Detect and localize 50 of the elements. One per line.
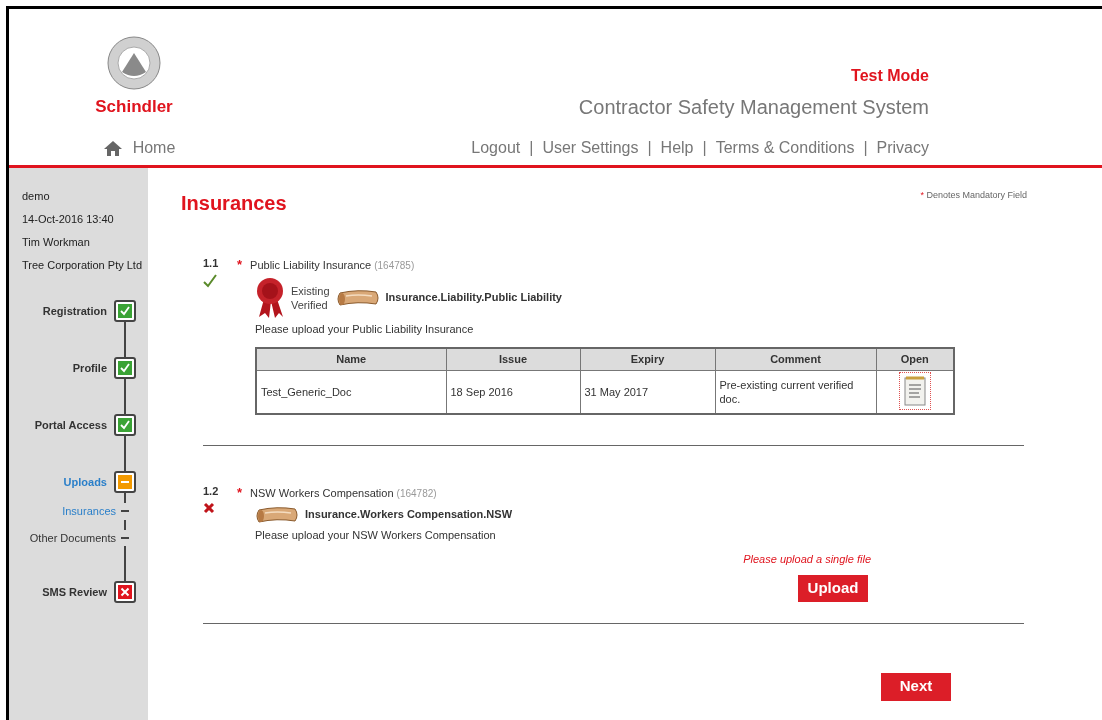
- upload-button[interactable]: Upload: [798, 574, 868, 602]
- section-title: Public Liability Insurance (164785): [250, 257, 415, 273]
- step-link[interactable]: Registration: [42, 302, 107, 320]
- nav-link[interactable]: User Settings: [542, 136, 639, 160]
- document-type: Insurance.Workers Compensation.NSW: [305, 507, 512, 523]
- scroll-icon: [255, 504, 299, 525]
- upload-hint: Please upload a single file: [743, 552, 871, 567]
- nav-link[interactable]: Terms & Conditions: [715, 136, 855, 160]
- nav-separator: |: [529, 138, 534, 158]
- home-icon: [102, 139, 123, 157]
- document-type: Insurance.Liability.Public Liability: [385, 290, 562, 306]
- column-header: Issue: [446, 348, 580, 370]
- nav-link[interactable]: Privacy: [876, 136, 929, 160]
- section-title: NSW Workers Compensation (164782): [250, 485, 437, 501]
- step-link[interactable]: Portal Access: [34, 416, 107, 434]
- home-link[interactable]: Home: [102, 136, 176, 160]
- page-title: Insurances: [181, 191, 287, 216]
- nav-link[interactable]: Logout: [471, 136, 521, 160]
- step-link[interactable]: Profile: [72, 359, 107, 377]
- column-header: Expiry: [580, 348, 715, 370]
- step-link[interactable]: SMS Review: [42, 583, 107, 601]
- award-ribbon-icon: [255, 276, 285, 319]
- column-header: Comment: [715, 348, 876, 370]
- required-label: *: [237, 256, 243, 274]
- mandatory-note: * Denotes Mandatory Field: [920, 189, 1027, 202]
- logo-text: Schindler: [95, 96, 173, 118]
- user-info: Tim Workman: [22, 235, 91, 250]
- logo-icon: [107, 36, 161, 90]
- instruction-text: Please upload your NSW Workers Compensation: [255, 527, 497, 543]
- test-mode-label: Test Mode: [851, 66, 929, 86]
- nav-separator: |: [863, 138, 868, 158]
- substep-link[interactable]: Insurances: [62, 503, 116, 520]
- nav-separator: |: [702, 138, 707, 158]
- column-header: Name: [256, 348, 446, 370]
- nav-separator: |: [647, 138, 652, 158]
- user-info: 14-Oct-2016 13:40: [22, 212, 115, 227]
- open-document-button[interactable]: [898, 372, 931, 410]
- required-label: *: [237, 484, 243, 502]
- nav-link[interactable]: Help: [660, 136, 694, 160]
- verified-status: Existing Verified: [291, 283, 330, 312]
- scroll-icon: [335, 287, 380, 308]
- next-button[interactable]: Next: [881, 672, 951, 701]
- substep-link[interactable]: Other Documents: [29, 529, 116, 546]
- user-info: demo: [22, 189, 51, 204]
- section-number: 1.2: [203, 484, 220, 499]
- step-link[interactable]: Uploads: [63, 473, 107, 491]
- instruction-text: Please upload your Public Liability Insurance: [255, 321, 475, 337]
- section-number: 1.1: [203, 256, 220, 271]
- user-info: Tree Corporation Pty Ltd: [22, 258, 144, 273]
- system-title: Contractor Safety Management System: [578, 95, 929, 120]
